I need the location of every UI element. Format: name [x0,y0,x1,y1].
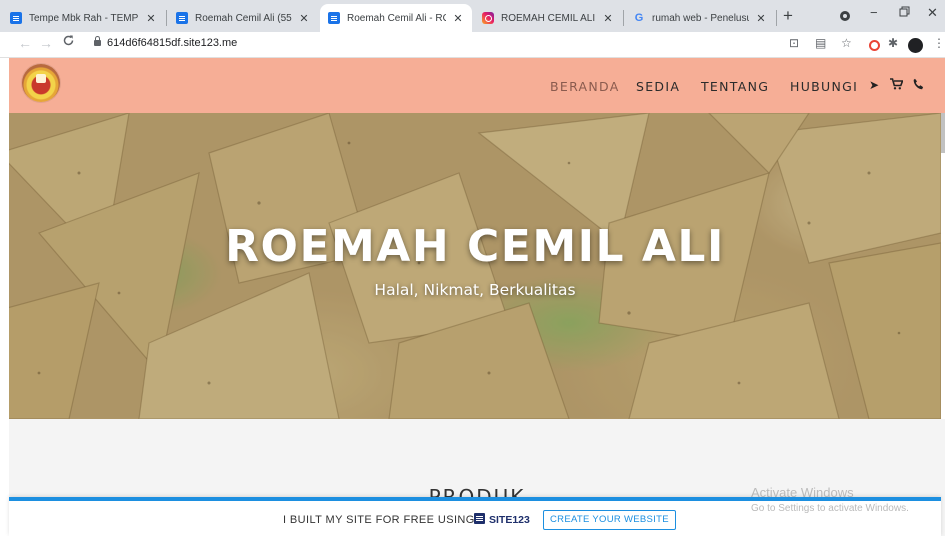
nav-hubungi[interactable]: HUBUNGI [790,79,858,94]
browser-tab[interactable]: G rumah web - Penelusuran Go ✕ [625,4,775,32]
tab-separator [623,10,624,26]
back-button[interactable]: ← [18,35,32,51]
browser-tab-active[interactable]: Roemah Cemil Ali - ROEMAH ✕ [320,4,472,32]
send-icon[interactable]: ➤ [869,78,879,92]
restore-button[interactable] [899,5,910,20]
tab-title: rumah web - Penelusuran Go [652,12,749,24]
hero-banner: ROEMAH CEMIL ALI Halal, Nikmat, Berkuali… [9,113,941,419]
page-scrollbar[interactable] [941,113,945,153]
hero-title: ROEMAH CEMIL ALI [225,221,725,272]
site123-favicon-icon [328,12,340,24]
media-indicator-icon[interactable] [840,11,850,21]
extension-icon[interactable] [869,40,880,51]
site-header: BERANDA SEDIA TENTANG HUBUNGI ➤ [9,58,945,113]
new-tab-button[interactable]: + [783,6,793,26]
bookmark-star-icon[interactable]: ☆ [841,36,852,50]
site123-brand: SITE123 [489,514,530,526]
profile-avatar[interactable] [908,38,923,53]
close-tab-icon[interactable]: ✕ [602,12,614,25]
banner-text: I BUILT MY SITE FOR FREE USING [283,514,475,526]
instagram-favicon-icon [482,12,494,24]
browser-tab[interactable]: Roemah Cemil Ali (5586069) ✕ [168,4,318,32]
extensions-puzzle-icon[interactable]: ✱ [888,36,898,50]
browser-tab[interactable]: Tempe Mbk Rah - TEMPE MB ✕ [2,4,165,32]
site123-favicon-icon [176,12,188,24]
tab-title: Roemah Cemil Ali - ROEMAH [347,12,446,24]
restore-icon [899,6,910,17]
close-tab-icon[interactable]: ✕ [452,12,464,25]
cart-glyph [890,78,904,90]
forward-button[interactable]: → [39,35,53,51]
phone-glyph [913,78,924,90]
close-tab-icon[interactable]: ✕ [755,12,767,25]
phone-icon[interactable] [913,78,924,93]
browser-toolbar: ← → 614d6f64815df.site123.me ⊡ ▤ ☆ ✱ ⋮ [0,32,945,58]
close-tab-icon[interactable]: ✕ [298,12,310,25]
nav-beranda[interactable]: BERANDA [550,79,620,94]
browser-tab[interactable]: ROEMAH CEMIL ALI (@roem ✕ [474,4,622,32]
site123-favicon-icon [10,12,22,24]
install-app-icon[interactable]: ⊡ [789,36,799,50]
hero-subtitle: Halal, Nikmat, Berkualitas [374,281,576,299]
tab-title: ROEMAH CEMIL ALI (@roem [501,12,596,24]
address-bar[interactable]: 614d6f64815df.site123.me [107,37,237,49]
close-window-button[interactable]: ✕ [927,5,938,21]
lock-icon[interactable] [94,36,101,46]
activate-windows-hint: Go to Settings to activate Windows. [751,503,909,514]
browser-menu-icon[interactable]: ⋮ [933,36,945,50]
reload-button[interactable] [62,34,75,50]
tab-title: Tempe Mbk Rah - TEMPE MB [29,12,139,24]
site123-logo-icon [474,513,485,524]
nav-sedia[interactable]: SEDIA [636,79,680,94]
create-website-button[interactable]: CREATE YOUR WEBSITE [543,510,676,530]
site-logo[interactable] [22,64,60,102]
close-tab-icon[interactable]: ✕ [145,12,157,25]
nav-tentang[interactable]: TENTANG [701,79,769,94]
shopping-cart-icon[interactable] [890,78,904,93]
tab-separator [776,10,777,26]
tab-separator [166,10,167,26]
reload-icon [63,35,74,46]
browser-tab-strip: Tempe Mbk Rah - TEMPE MB ✕ Roemah Cemil … [0,0,945,32]
activate-windows-watermark: Activate Windows [751,485,854,500]
google-favicon-icon: G [634,12,644,24]
minimize-button[interactable]: − [870,5,878,20]
tab-title: Roemah Cemil Ali (5586069) [195,12,292,24]
translate-icon[interactable]: ▤ [815,36,826,50]
